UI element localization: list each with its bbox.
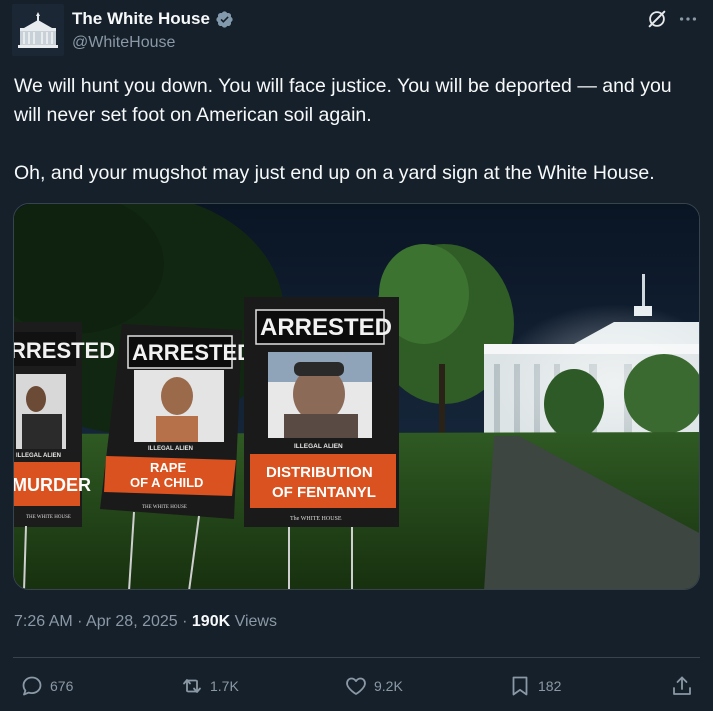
sign-1-header: RRESTED <box>14 338 115 363</box>
sign-1-label: ILLEGAL ALIEN <box>16 453 61 459</box>
bookmark-icon <box>512 676 528 696</box>
repost-count: 1.7K <box>210 678 239 694</box>
tweet-date[interactable]: Apr 28, 2025 <box>86 613 178 630</box>
reply-count: 676 <box>50 678 74 694</box>
sign-2-footer: THE WHITE HOUSE <box>142 505 187 510</box>
bookmark-count: 182 <box>538 678 562 694</box>
share-button[interactable] <box>670 670 694 702</box>
sign-1-footer: THE WHITE HOUSE <box>26 515 71 520</box>
repost-icon <box>183 679 201 693</box>
views-label: Views <box>234 613 277 630</box>
display-name[interactable]: The White House <box>72 9 210 29</box>
tweet-time[interactable]: 7:26 AM <box>14 613 73 630</box>
tweet-photo[interactable]: RRESTED ILLEGAL ALIEN MURDER THE WHITE H… <box>13 203 700 590</box>
bookmark-button[interactable]: 182 <box>508 670 561 702</box>
heart-icon <box>346 677 366 695</box>
meta-separator: · <box>177 613 192 630</box>
like-count: 9.2K <box>374 678 403 694</box>
like-button[interactable]: 9.2K <box>344 670 403 702</box>
reply-icon <box>22 676 42 696</box>
sign-3-label: ILLEGAL ALIEN <box>294 443 343 450</box>
tweet-meta: 7:26 AM · Apr 28, 2025 · 190K Views <box>14 613 277 631</box>
tweet-header: The White House @WhiteHouse <box>12 4 702 56</box>
sign-3-crime-line1: DISTRIBUTION <box>266 464 373 481</box>
tweet-text: We will hunt you down. You will face jus… <box>14 75 672 184</box>
share-icon <box>673 676 691 695</box>
sign-2-crime-line2: OF A CHILD <box>130 475 203 490</box>
sign-3-crime-line2: OF FENTANYL <box>272 484 376 501</box>
meta-separator: · <box>72 613 87 630</box>
action-bar: 676 1.7K 9.2K 182 <box>0 670 713 702</box>
sign-2-header: ARRESTED <box>132 340 253 365</box>
grok-icon[interactable] <box>646 8 668 30</box>
more-options-icon[interactable] <box>676 8 700 30</box>
divider <box>13 657 700 658</box>
views-count: 190K <box>191 613 231 630</box>
avatar[interactable] <box>12 4 64 56</box>
repost-button[interactable]: 1.7K <box>180 670 239 702</box>
reply-button[interactable]: 676 <box>20 670 73 702</box>
sign-1-crime-line1: MURDER <box>14 475 91 495</box>
sign-3-header: ARRESTED <box>260 314 392 341</box>
sign-3-footer: The WHITE HOUSE <box>290 516 342 522</box>
sign-2-label: ILLEGAL ALIEN <box>148 446 193 452</box>
handle[interactable]: @WhiteHouse <box>72 34 175 52</box>
name-row: The White House <box>72 9 234 29</box>
verified-badge-icon <box>216 10 233 28</box>
sign-2-crime-line1: RAPE <box>150 460 186 475</box>
white-house-logo-icon <box>12 4 64 56</box>
